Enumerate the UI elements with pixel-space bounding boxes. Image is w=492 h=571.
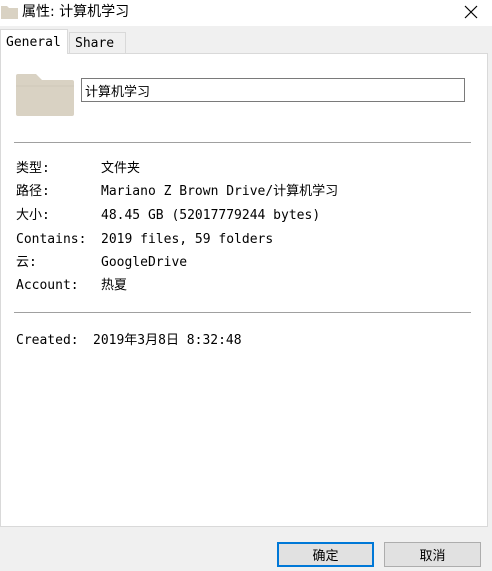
property-value: GoogleDrive: [101, 255, 188, 270]
title-bar: 属性: 计算机学习: [0, 0, 492, 26]
property-label: 云:: [16, 255, 37, 270]
property-label: 类型:: [16, 161, 50, 176]
cancel-button[interactable]: 取消: [384, 542, 481, 567]
property-value: Mariano Z Brown Drive/计算机学习: [101, 184, 339, 199]
separator: [14, 142, 471, 143]
window-title: 属性: 计算机学习: [22, 4, 130, 20]
close-icon: [464, 5, 478, 19]
property-label: Created:: [16, 333, 79, 348]
property-value: 2019 files, 59 folders: [101, 232, 274, 247]
folder-icon-large: [16, 74, 74, 116]
close-button[interactable]: [458, 1, 484, 23]
property-label: 大小:: [16, 208, 50, 223]
separator: [14, 312, 471, 313]
folder-name-input[interactable]: [81, 78, 465, 102]
ok-button[interactable]: 确定: [277, 542, 374, 567]
property-value: 热夏: [101, 278, 128, 293]
property-label: Account:: [16, 278, 79, 293]
property-label: 路径:: [16, 184, 50, 199]
property-value: 文件夹: [101, 161, 141, 176]
tab-strip: General Share: [0, 29, 492, 54]
property-value: 48.45 GB (52017779244 bytes): [101, 208, 321, 223]
property-value: 2019年3月8日 8:32:48: [93, 333, 242, 348]
tab-share[interactable]: Share: [69, 32, 126, 53]
folder-icon: [1, 6, 18, 19]
property-label: Contains:: [16, 232, 87, 247]
tab-general[interactable]: General: [0, 29, 68, 54]
